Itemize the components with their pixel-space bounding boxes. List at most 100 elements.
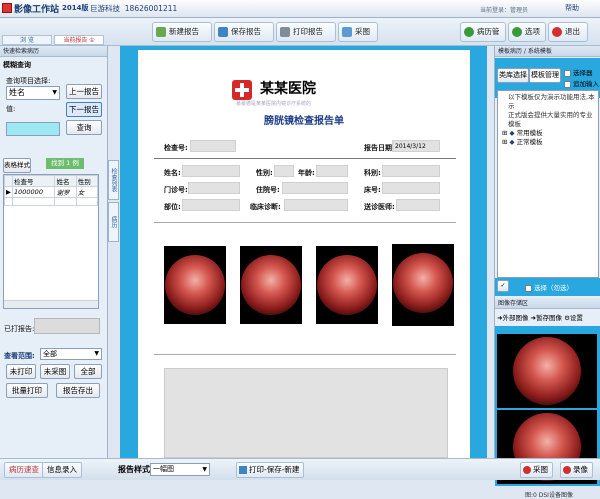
table-style-tab[interactable]: 表格样式 [3, 158, 31, 173]
options-button[interactable]: 选项 [508, 22, 546, 42]
printed-count-field [34, 318, 100, 334]
table-scrollbar[interactable] [4, 300, 98, 308]
exit-button[interactable]: 退出 [548, 22, 588, 42]
batch-print-button[interactable]: 批量打印 [6, 383, 48, 398]
report-style-select[interactable]: 一幅图 ▼ [150, 463, 210, 476]
next-report-button[interactable]: 下一报告 [66, 102, 102, 117]
hospital-logo [232, 80, 252, 100]
divider [154, 354, 456, 355]
tab-template-manage[interactable]: 模板管理 [529, 68, 561, 83]
tab-image-settings[interactable]: ⚙设置 [564, 314, 583, 322]
image-tabs: ➜外部图像 ➜暂存图像 ⚙设置 [497, 312, 600, 324]
tree-note: 以下模板仅为演示功能用法,本示 正式版会提供大量实用的专业模板 [508, 93, 595, 128]
exit-icon [552, 27, 562, 37]
tab-external-images[interactable]: ➜外部图像 [497, 314, 528, 322]
pick-checkbox[interactable]: 选择（勿选） [525, 282, 573, 292]
info-entry-button[interactable]: 信息录入 [42, 462, 82, 478]
app-version: 2014版 [62, 4, 89, 12]
filter-unprinted-button[interactable]: 未打印 [6, 364, 36, 379]
site-field[interactable] [182, 199, 240, 211]
record-dot-icon [523, 466, 531, 474]
query-item-label: 查询项目选择: [6, 77, 51, 85]
chevron-down-icon: ▼ [94, 350, 99, 357]
help-link[interactable]: 帮助 [565, 3, 579, 13]
exam-no-label: 检查号: [164, 144, 188, 152]
tree-node-common[interactable]: ⊞ ◆ 常用模板 [498, 129, 598, 138]
diagnosis-field[interactable] [284, 199, 348, 211]
sex-field[interactable] [274, 165, 294, 177]
report-date-field[interactable]: 2014/3/12 [392, 140, 440, 152]
save-report-button[interactable]: 保存报告 [214, 22, 274, 42]
template-panel-title: 模板病历 / 系统模板 [495, 46, 600, 57]
tab-exam-list[interactable]: 检查列表 [108, 160, 119, 200]
record-search-button[interactable]: 病历速查 [4, 462, 44, 478]
title-bar: 影像工作站 2014版 巨游科技 18626001211 当前登录：管理员 帮助 [0, 0, 600, 18]
findings-textarea[interactable] [164, 368, 448, 458]
bed-no-field[interactable] [382, 182, 440, 194]
selector-option[interactable]: 选择器 [564, 67, 593, 77]
records-button[interactable]: 病历管理 [460, 22, 506, 54]
print-icon [239, 466, 247, 474]
checkbox-icon [564, 69, 571, 77]
right-panel: 模板病历 / 系统模板 类库选择 模板管理 选择器 追加输入 以下模板仅为演示功… [494, 46, 600, 499]
query-button[interactable]: 查询 [66, 120, 102, 135]
template-tree: 以下模板仅为演示功能用法,本示 正式版会提供大量实用的专业模板 ⊞ ◆ 常用模板 … [497, 90, 599, 278]
sex-label: 性别: [256, 169, 273, 177]
dept-label: 科别: [364, 169, 381, 177]
folder-icon: ◆ [509, 138, 515, 146]
save-icon [218, 27, 228, 37]
company-info: 巨游科技 18626001211 [90, 4, 178, 13]
image-panel-title: 图像存储区 [495, 298, 600, 309]
print-report-button[interactable]: 打印报告 [276, 22, 336, 42]
query-value-input[interactable] [6, 122, 60, 136]
table-row[interactable]: ▶ 1000000 谢罗女 [4, 186, 99, 198]
endoscopy-image-3[interactable] [316, 246, 378, 324]
printed-label: 已打报告: [4, 325, 35, 333]
age-label: 年龄: [298, 169, 315, 177]
patient-table: 检查号 姓名 性别 ▶ 1000000 谢罗女 [3, 174, 99, 309]
search-section-title: 模糊查询 [3, 61, 31, 69]
endoscopy-image-4[interactable] [392, 244, 454, 326]
options-icon [512, 27, 522, 37]
pick-button[interactable]: ✓ [497, 280, 509, 292]
clinic-no-field[interactable] [188, 182, 240, 194]
endoscopy-image-2[interactable] [240, 246, 302, 324]
append-input-option[interactable]: 追加输入 [564, 78, 599, 88]
query-item-select[interactable]: 姓名 ▼ [6, 86, 60, 100]
print-save-new-button[interactable]: 打印-保存-新建 [236, 462, 305, 478]
filter-no-image-button[interactable]: 未采图 [40, 364, 70, 379]
inpatient-no-label: 住院号: [256, 186, 280, 194]
inpatient-no-field[interactable] [282, 182, 348, 194]
report-title: 膀胱镜检查报告单 [264, 116, 344, 127]
stored-image-1[interactable] [497, 334, 597, 408]
value-label: 值: [6, 105, 16, 113]
endoscopy-image-1[interactable] [164, 246, 226, 324]
dept-field[interactable] [382, 165, 440, 177]
capture-bottom-button[interactable]: 采图 [520, 462, 553, 478]
exam-no-field[interactable] [190, 140, 236, 152]
video-record-button[interactable]: 录像 [560, 462, 593, 478]
tab-browse[interactable]: 浏 览 [2, 35, 52, 45]
report-date-label: 报告日期: [364, 144, 395, 152]
col-header-exam-no: 检查号 [11, 175, 56, 187]
new-report-button[interactable]: 新建报告 [152, 22, 212, 42]
range-select[interactable]: 全部 ▼ [40, 348, 102, 360]
filter-all-button[interactable]: 全部 [74, 364, 102, 379]
hospital-subtitle: 慕慕德是某某医院内镜诊疗系统的 [236, 101, 312, 107]
expand-icon: ⊞ [502, 129, 508, 137]
tab-library[interactable]: 类库选择 [497, 68, 529, 83]
name-field[interactable] [182, 165, 240, 177]
tree-node-normal[interactable]: ⊞ ◆ 正常模板 [498, 138, 598, 147]
tab-records[interactable]: 病历 [108, 202, 119, 242]
age-field[interactable] [316, 165, 348, 177]
tab-current-report[interactable]: 当前报告 ① [54, 35, 104, 45]
left-panel-title: 快速检索病历 [0, 46, 107, 57]
folder-icon: ◆ [509, 129, 515, 137]
prev-report-button[interactable]: 上一报告 [66, 84, 102, 99]
doctor-label: 送诊医师: [364, 203, 395, 211]
export-report-button[interactable]: 报告存出 [56, 383, 100, 398]
tab-temp-images[interactable]: ➜暂存图像 [531, 314, 562, 322]
doctor-field[interactable] [396, 199, 440, 211]
app-title: 影像工作站 [14, 5, 60, 15]
capture-button[interactable]: 采图 [338, 22, 378, 42]
